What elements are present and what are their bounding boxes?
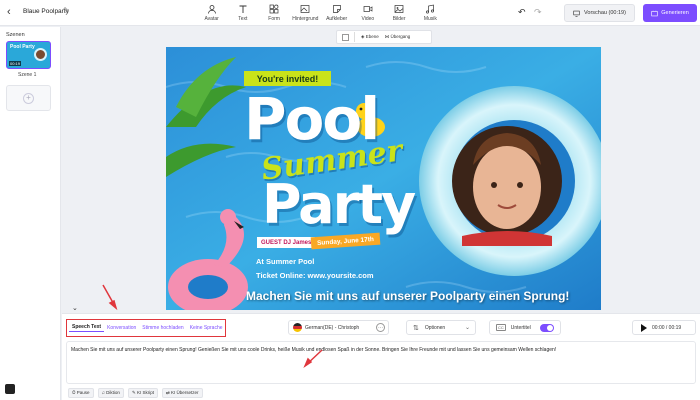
subtitle-label: Untertitel <box>510 324 531 331</box>
cc-icon: CC <box>496 324 506 331</box>
toolbar-divider <box>354 32 355 42</box>
toolbar: Avatar Text Form Hintergrund Aufkleber V… <box>196 2 446 24</box>
generate-icon <box>651 10 658 16</box>
shape-icon <box>269 4 279 14</box>
tab-conversation[interactable]: Konversation <box>104 325 139 331</box>
tool-label: Text <box>238 16 248 22</box>
scene-duration: 00:19 <box>9 61 22 66</box>
tool-avatar[interactable]: Avatar <box>196 2 227 24</box>
tab-speech-text[interactable]: Speech Text <box>69 324 105 332</box>
voice-name: German(DE) - Christoph <box>305 324 360 331</box>
tool-background[interactable]: Hintergrund <box>290 2 321 24</box>
tool-label: Avatar <box>204 16 219 22</box>
float-ring <box>419 86 601 276</box>
ai-script-button[interactable]: ✎ KI Skript <box>127 388 158 398</box>
tool-label: Musik <box>423 16 437 22</box>
layer-button[interactable]: ◈ Ebene <box>361 34 379 40</box>
tool-label: Bilder <box>392 16 406 22</box>
tool-video[interactable]: Video <box>352 2 383 24</box>
preview-button[interactable]: Vorschau (00:19) <box>564 4 635 22</box>
chevron-left-icon[interactable]: ‹ <box>7 6 11 18</box>
monitor-icon <box>573 10 580 17</box>
thumbnail-photo <box>34 48 47 61</box>
top-bar: ‹ Blaue Poolparty ✎ Avatar Text Form Hin… <box>0 0 700 26</box>
tool-label: Aufkleber <box>326 16 348 22</box>
scene-canvas[interactable]: You're invited! Pool Summer Party GUEST … <box>166 47 601 310</box>
chevron-down-icon[interactable]: ⌄ <box>72 304 78 312</box>
preview-label: Vorschau (00:19) <box>584 10 626 16</box>
location-text[interactable]: At Summer Pool <box>256 257 314 266</box>
script-tools: ⏱ Pause ♫ Diktion ✎ KI Skript ⇄ KI Übers… <box>68 388 203 398</box>
canvas-toolbar: ◈ Ebene ⋈ Übergang <box>336 30 432 44</box>
ai-translator-button[interactable]: ⇄ KI Übersetzer <box>161 388 203 398</box>
diction-label: Diktion <box>106 390 120 395</box>
music-icon <box>426 4 435 14</box>
plus-icon: + <box>23 92 34 104</box>
ai-script-label: KI Skript <box>136 390 154 395</box>
checkbox-icon[interactable] <box>342 33 349 41</box>
image-icon <box>394 5 404 13</box>
layer-label: Ebene <box>365 34 379 39</box>
video-icon <box>363 6 373 12</box>
chat-icon[interactable] <box>5 384 15 394</box>
transition-button[interactable]: ⋈ Übergang <box>385 34 411 40</box>
scenes-heading: Szenen <box>6 32 25 38</box>
scene-thumbnail[interactable]: Pool Party 00:19 <box>6 41 51 69</box>
play-time: 00:00 / 00:19 <box>652 324 682 331</box>
tool-label: Form <box>268 16 280 22</box>
project-title[interactable]: Blaue Poolparty <box>23 8 69 15</box>
generate-label: Generieren <box>661 10 689 16</box>
options-label: Optionen <box>424 324 446 331</box>
generate-button[interactable]: Generieren <box>643 4 697 22</box>
ai-translator-label: KI Übersetzer <box>171 390 199 395</box>
tool-text[interactable]: Text <box>227 2 258 24</box>
add-scene-button[interactable]: + <box>6 85 51 111</box>
tool-sticker[interactable]: Aufkleber <box>321 2 352 24</box>
redo-icon[interactable]: ↷ <box>534 7 542 18</box>
pause-label: Pause <box>76 390 90 395</box>
scene-label: Szene 1 <box>18 72 37 78</box>
subtitle-toggle[interactable] <box>540 323 554 332</box>
script-panel: Speech Text Konversation Stimme hochlade… <box>62 313 700 400</box>
party-heading[interactable]: Party <box>262 173 416 236</box>
thumbnail-text: Pool Party <box>10 44 35 50</box>
sticker-icon <box>332 5 341 13</box>
more-icon[interactable]: ··· <box>376 323 385 332</box>
canvas-subtitle[interactable]: Machen Sie mit uns auf unserer Poolparty… <box>246 289 569 303</box>
tool-images[interactable]: Bilder <box>384 2 415 24</box>
german-flag-icon <box>293 323 302 332</box>
background-icon <box>301 5 310 13</box>
ticket-text[interactable]: Ticket Online: www.yoursite.com <box>256 271 374 280</box>
pause-button[interactable]: ⏱ Pause <box>68 388 94 398</box>
tool-label: Hintergrund <box>292 16 319 22</box>
play-button[interactable]: 00:00 / 00:19 <box>632 320 696 335</box>
invite-banner[interactable]: You're invited! <box>244 71 331 86</box>
chevron-down-icon: ⌄ <box>464 325 470 331</box>
script-textarea[interactable]: Machen Sie mit uns auf unserer Poolparty… <box>66 341 696 384</box>
text-icon <box>239 5 247 13</box>
undo-icon[interactable]: ↶ <box>518 7 526 18</box>
edit-icon[interactable]: ✎ <box>63 6 70 15</box>
diction-button[interactable]: ♫ Diktion <box>97 388 124 398</box>
tool-music[interactable]: Musik <box>415 2 446 24</box>
avatar-icon <box>207 5 216 14</box>
options-dropdown[interactable]: ⇅ Optionen ⌄ <box>406 320 476 335</box>
tool-shape[interactable]: Form <box>259 2 290 24</box>
tab-no-speech[interactable]: Keine Sprache <box>187 325 226 331</box>
scenes-panel: Szenen Pool Party 00:19 Szene 1 + <box>0 27 61 400</box>
speech-tabs: Speech Text Konversation Stimme hochlade… <box>66 319 226 337</box>
play-icon <box>641 323 647 332</box>
sliders-icon: ⇅ <box>413 324 419 332</box>
tool-label: Video <box>361 16 375 22</box>
tab-upload-voice[interactable]: Stimme hochladen <box>139 325 186 331</box>
guest-dj-tag[interactable]: GUEST DJ James <box>257 237 316 248</box>
transition-label: Übergang <box>390 34 411 39</box>
voice-selector[interactable]: German(DE) - Christoph ··· <box>288 320 389 335</box>
subtitle-toggle-box: CC Untertitel <box>489 320 561 335</box>
